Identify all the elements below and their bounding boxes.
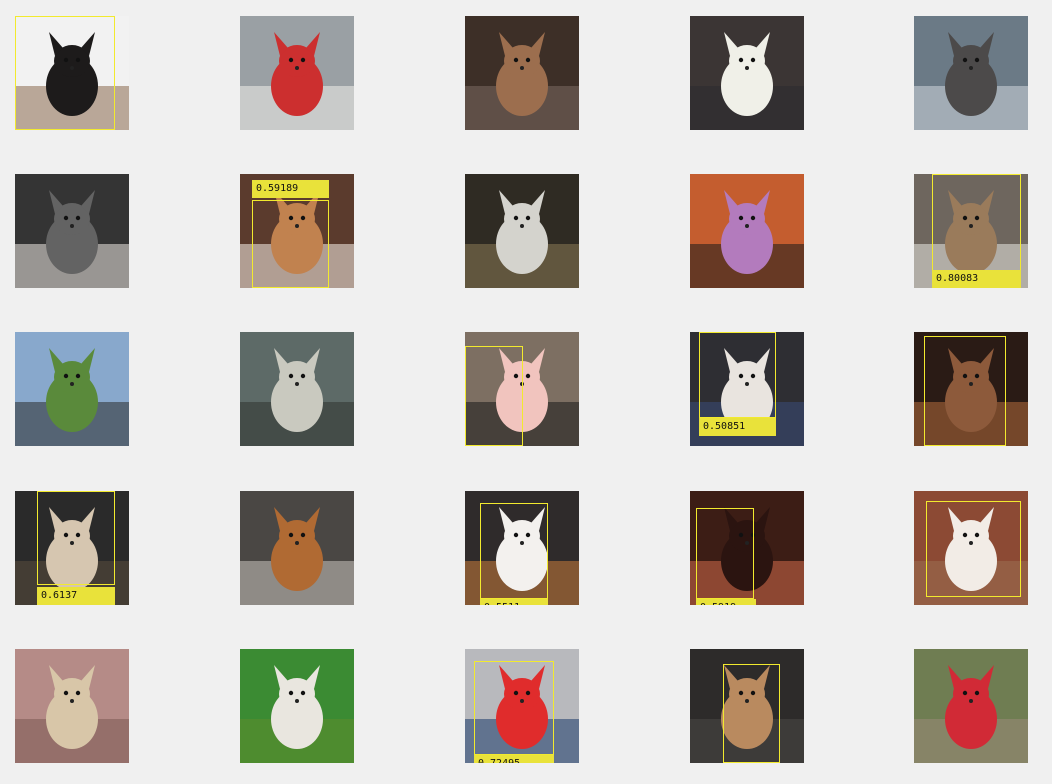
- photo-scene: [15, 649, 129, 763]
- photo-image: [690, 16, 804, 130]
- photo-thumbnail: [690, 174, 804, 288]
- detection-box: [696, 508, 754, 599]
- detection-box: [465, 346, 523, 446]
- photo-image: [465, 16, 579, 130]
- photo-thumbnail: [240, 491, 354, 605]
- photo-thumbnail: 0.59189: [240, 174, 354, 288]
- photo-thumbnail: [15, 16, 129, 130]
- detection-box: [474, 661, 554, 755]
- photo-thumbnail: [465, 16, 579, 130]
- photo-scene: [465, 174, 579, 288]
- photo-scene: [240, 649, 354, 763]
- detection-box: [932, 174, 1021, 274]
- photo-thumbnail: [690, 649, 804, 763]
- photo-image: [15, 649, 129, 763]
- photo-scene: [240, 332, 354, 446]
- photo-thumbnail: 0.50851: [690, 332, 804, 446]
- photo-thumbnail: [240, 332, 354, 446]
- photo-image: [465, 174, 579, 288]
- photo-scene: [465, 16, 579, 130]
- photo-thumbnail: [240, 16, 354, 130]
- detection-box: [926, 501, 1021, 597]
- photo-image: [914, 649, 1028, 763]
- photo-thumbnail: [914, 16, 1028, 130]
- photo-thumbnail: [690, 16, 804, 130]
- photo-scene: [15, 174, 129, 288]
- detection-score: 0.80083: [932, 270, 1021, 288]
- photo-scene: [690, 174, 804, 288]
- photo-thumbnail: [15, 649, 129, 763]
- detection-score: 0.50851: [699, 418, 776, 436]
- detection-score: 0.5511: [480, 599, 548, 605]
- photo-thumbnail: [914, 332, 1028, 446]
- photo-thumbnail: [15, 174, 129, 288]
- photo-image: [240, 16, 354, 130]
- detection-box: [15, 16, 115, 130]
- detection-box: [480, 503, 548, 599]
- photo-thumbnail: [240, 649, 354, 763]
- photo-scene: [690, 16, 804, 130]
- detection-box: [37, 491, 115, 585]
- photo-thumbnail: [465, 332, 579, 446]
- photo-thumbnail: 0.72495: [465, 649, 579, 763]
- photo-scene: [914, 16, 1028, 130]
- photo-thumbnail: [914, 491, 1028, 605]
- detection-box: [723, 664, 780, 763]
- detection-score: 0.72495: [474, 755, 554, 763]
- photo-scene: [914, 649, 1028, 763]
- photo-thumbnail: 0.6137: [15, 491, 129, 605]
- photo-image: [690, 174, 804, 288]
- photo-image: [15, 174, 129, 288]
- photo-thumbnail: 0.5919: [690, 491, 804, 605]
- photo-thumbnail: 0.5511: [465, 491, 579, 605]
- photo-image: [240, 332, 354, 446]
- detection-box: [924, 336, 1006, 446]
- photo-image: [15, 332, 129, 446]
- detection-box: [252, 200, 329, 288]
- photo-thumbnail: [465, 174, 579, 288]
- detection-box: [699, 332, 776, 418]
- photo-image: [914, 16, 1028, 130]
- photo-image: [240, 491, 354, 605]
- detection-score: 0.5919: [696, 599, 756, 605]
- photo-thumbnail: [15, 332, 129, 446]
- detection-score: 0.59189: [252, 180, 329, 198]
- photo-scene: [240, 16, 354, 130]
- photo-thumbnail: 0.80083: [914, 174, 1028, 288]
- image-grid: 0.59189 0.80083 0.50851 0.6137 0.5511 0.5919 0…: [0, 0, 1052, 784]
- photo-image: [240, 649, 354, 763]
- photo-scene: [240, 491, 354, 605]
- photo-scene: [15, 332, 129, 446]
- photo-thumbnail: [914, 649, 1028, 763]
- detection-score: 0.6137: [37, 587, 115, 605]
